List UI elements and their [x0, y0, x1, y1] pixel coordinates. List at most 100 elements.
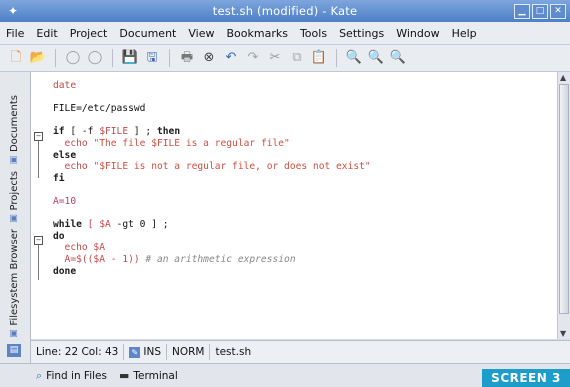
save-icon[interactable]: 💾 [122, 50, 138, 66]
insert-mode[interactable]: ✎ INS [124, 344, 167, 360]
fold-line [38, 245, 39, 280]
code-line[interactable] [53, 115, 553, 127]
menu-file[interactable]: File [0, 27, 30, 40]
save-all-icon[interactable]: 🖫 [144, 50, 160, 66]
scroll-thumb[interactable] [559, 84, 569, 314]
code-editor[interactable]: − − date FILE=/etc/passwd if [ -f $FILE … [31, 72, 557, 339]
documents-icon: ▣ [9, 154, 19, 165]
code-line[interactable]: done [53, 266, 553, 278]
find-icon[interactable]: 🔍 [346, 50, 362, 66]
kate-app-icon[interactable]: ✦ [6, 4, 20, 18]
code-token: do [53, 230, 65, 242]
copy-icon[interactable]: ⧉ [289, 50, 305, 66]
sidebar-toggle-icon[interactable]: ▤ [7, 344, 21, 357]
code-token: while [53, 219, 82, 231]
find-in-files-icon: ⌕ [36, 368, 43, 382]
cursor-position: Line: 22 Col: 43 [31, 344, 125, 360]
code-line[interactable]: date [53, 80, 553, 92]
main-toolbar: 🗋 📂 ◯ ◯ 💾 🖫 🖶 ⊗ ↶ ↷ ✂ ⧉ 📋 🔍 🔍 🔍 [0, 45, 570, 72]
menu-window[interactable]: Window [390, 27, 445, 40]
code-token: if [53, 126, 65, 138]
code-line[interactable]: A=10 [53, 196, 553, 208]
code-line[interactable]: if [ -f $FILE ] ; then [53, 126, 553, 138]
fold-marker-if[interactable]: − [34, 132, 43, 141]
tab-label: Find in Files [46, 369, 107, 382]
code-line[interactable]: while [ $A -gt 0 ] ; [53, 219, 553, 231]
code-line[interactable]: echo $A [53, 242, 553, 254]
code-line[interactable] [53, 92, 553, 104]
open-folder-icon[interactable]: 📂 [30, 50, 46, 66]
window-controls: ▁ □ ✕ [514, 4, 566, 19]
code-token: else [53, 149, 77, 161]
menu-project[interactable]: Project [64, 27, 114, 40]
find-replace-icon[interactable]: 🔍 [368, 50, 384, 66]
new-document-icon[interactable]: 🗋 [8, 50, 24, 66]
menu-edit[interactable]: Edit [30, 27, 63, 40]
fold-marker-do[interactable]: − [34, 236, 43, 245]
code-token: done [53, 265, 77, 277]
code-token: FILE=/etc/passwd [53, 103, 146, 115]
code-token: echo [53, 161, 94, 173]
print-icon[interactable]: 🖶 [179, 50, 195, 66]
file-name: test.sh [215, 346, 252, 358]
sidebar-tab-projects[interactable]: ▣ Projects [9, 171, 20, 223]
selection-mode[interactable]: NORM [167, 344, 211, 360]
code-line[interactable] [53, 208, 553, 220]
code-token: A=10 [53, 195, 77, 207]
scroll-up-icon[interactable]: ▲ [560, 73, 566, 82]
maximize-icon[interactable]: □ [532, 4, 548, 19]
back-icon[interactable]: ◯ [65, 50, 81, 66]
code-line[interactable]: fi [53, 173, 553, 185]
toolbar-separator [55, 49, 56, 67]
fold-gutter [31, 72, 45, 339]
menu-help[interactable]: Help [446, 27, 483, 40]
code-line[interactable]: A=$(($A - 1)) # an arithmetic expression [53, 254, 553, 266]
code-token: echo $A [53, 242, 105, 254]
screen-badge: SCREEN 3 [482, 369, 570, 387]
undo-icon[interactable]: ↶ [223, 50, 239, 66]
code-token: date [53, 80, 77, 91]
cut-icon[interactable]: ✂ [267, 50, 283, 66]
sidebar-tab-label: Documents [8, 94, 20, 152]
code-line[interactable]: echo "The file $FILE is a regular file" [53, 138, 553, 150]
menu-document[interactable]: Document [113, 27, 182, 40]
project-icon: ▣ [9, 213, 19, 224]
tab-terminal[interactable]: ▬ Terminal [119, 369, 178, 382]
find-next-icon[interactable]: 🔍 [390, 50, 406, 66]
menu-bookmarks[interactable]: Bookmarks [220, 27, 293, 40]
toolbar-separator [336, 49, 337, 67]
code-token: fi [53, 172, 65, 184]
window-title: test.sh (modified) - Kate [212, 4, 358, 18]
redo-icon[interactable]: ↷ [245, 50, 261, 66]
code-line[interactable]: else [53, 150, 553, 162]
code-token: "The file $FILE is a regular file" [93, 137, 290, 149]
code-token: echo [53, 137, 94, 149]
code-line[interactable]: FILE=/etc/passwd [53, 103, 553, 115]
paste-icon[interactable]: 📋 [311, 50, 327, 66]
document-modified-icon: ✎ [129, 346, 141, 358]
code-token: $FILE [99, 126, 129, 138]
code-line[interactable]: echo "$FILE is not a regular file, or do… [53, 161, 553, 173]
menu-settings[interactable]: Settings [333, 27, 390, 40]
code-token: then [157, 126, 181, 138]
forward-icon[interactable]: ◯ [87, 50, 103, 66]
code-token: ] ; [128, 126, 157, 138]
menu-tools[interactable]: Tools [294, 27, 333, 40]
code-line[interactable]: do [53, 231, 553, 243]
vertical-scrollbar[interactable]: ▲ ▼ [557, 72, 570, 339]
code-token: [ -f [64, 126, 100, 138]
sidebar-tab-filesystem-browser[interactable]: ▣ Filesystem Browser [9, 229, 20, 339]
scroll-down-icon[interactable]: ▼ [560, 329, 566, 338]
code-token: -gt 0 ] ; [110, 219, 169, 231]
status-bar: Line: 22 Col: 43 ✎ INS NORM test.sh [31, 340, 570, 363]
close-document-icon[interactable]: ⊗ [201, 50, 217, 66]
minimize-icon[interactable]: ▁ [514, 4, 530, 19]
code-token: $A [99, 219, 111, 231]
code-line[interactable] [53, 184, 553, 196]
menu-view[interactable]: View [182, 27, 220, 40]
sidebar-tab-documents[interactable]: ▣ Documents [9, 95, 20, 165]
insert-mode-label: INS [143, 346, 161, 358]
code-text[interactable]: date FILE=/etc/passwd if [ -f $FILE ] ; … [53, 80, 553, 277]
close-icon[interactable]: ✕ [550, 4, 566, 19]
tab-find-in-files[interactable]: ⌕ Find in Files [36, 369, 107, 383]
